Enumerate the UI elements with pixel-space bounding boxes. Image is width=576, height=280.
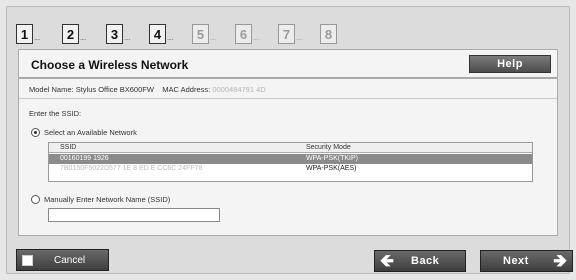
model-label: Model Name: — [29, 85, 74, 94]
network-table: SSID Security Mode 00160199 1926 WPA-PSK… — [48, 142, 533, 182]
arrow-right-icon: 🡺 — [553, 251, 567, 270]
step-number: 1 — [16, 24, 33, 44]
select-available-label: Select an Available Network — [44, 128, 137, 137]
step-3: 3 .... — [106, 23, 130, 44]
step-5: 5 .... — [192, 23, 216, 44]
wireless-network-panel: Choose a Wireless Network Help Model Nam… — [18, 49, 558, 236]
step-dots: .... — [80, 35, 86, 42]
step-dots: .... — [167, 35, 173, 42]
title-divider — [19, 77, 557, 79]
back-button[interactable]: 🡸 Back — [374, 250, 466, 272]
step-number: 7 — [278, 24, 295, 44]
step-6: 6 .... — [235, 23, 259, 44]
help-button[interactable]: Help — [469, 55, 551, 73]
cancel-icon — [22, 255, 33, 266]
next-label: Next — [503, 255, 529, 267]
info-divider — [19, 98, 557, 99]
step-8: 8 — [320, 23, 338, 44]
cancel-button[interactable]: Cancel — [16, 249, 109, 271]
back-label: Back — [411, 255, 440, 267]
step-number: 2 — [62, 24, 79, 44]
model-value: Stylus Office BX600FW — [75, 85, 154, 94]
ssid-cell: 00160199 1926 — [60, 155, 109, 162]
step-dots: .... — [210, 35, 216, 42]
mac-value: 0000484791 4D — [212, 85, 266, 94]
table-header: SSID Security Mode — [49, 143, 532, 153]
step-4: 4 .... — [149, 23, 173, 44]
security-column-header[interactable]: Security Mode — [306, 144, 351, 151]
cancel-label: Cancel — [54, 255, 86, 266]
manual-entry-radio[interactable] — [31, 195, 40, 204]
step-7: 7 .... — [278, 23, 302, 44]
select-available-radio[interactable] — [31, 128, 40, 137]
mac-label: MAC Address: — [162, 85, 211, 94]
step-number: 3 — [106, 24, 123, 44]
manual-entry-label: Manually Enter Network Name (SSID) — [44, 195, 171, 204]
table-row[interactable]: 7B0150F5022D577 1E 8 ED E CC6C 24FF78 WP… — [49, 164, 532, 174]
printer-info: Model Name: Stylus Office BX600FW MAC Ad… — [29, 85, 266, 94]
page-title: Choose a Wireless Network — [31, 58, 189, 72]
step-dots: .... — [34, 35, 40, 42]
arrow-left-icon: 🡸 — [380, 251, 394, 270]
table-row[interactable]: 00160199 1926 WPA-PSK(TKIP) — [49, 154, 532, 164]
security-cell: WPA-PSK(AES) — [306, 165, 357, 172]
enter-ssid-label: Enter the SSID: — [29, 109, 82, 118]
step-dots: .... — [296, 35, 302, 42]
step-dots: .... — [253, 35, 259, 42]
wizard-footer: Cancel 🡸 Back Next 🡺 — [16, 249, 573, 273]
step-number: 5 — [192, 24, 209, 44]
step-1: 1 .... — [16, 23, 40, 44]
step-number: 6 — [235, 24, 252, 44]
step-number: 8 — [320, 24, 337, 44]
step-2: 2 .... — [62, 23, 86, 44]
ssid-cell: 7B0150F5022D577 1E 8 ED E CC6C 24FF78 — [60, 165, 203, 172]
security-cell: WPA-PSK(TKIP) — [306, 155, 358, 162]
ssid-input[interactable] — [48, 208, 220, 222]
step-number: 4 — [149, 24, 166, 44]
next-button[interactable]: Next 🡺 — [480, 250, 573, 272]
step-dots: .... — [124, 35, 130, 42]
ssid-column-header[interactable]: SSID — [60, 144, 76, 151]
